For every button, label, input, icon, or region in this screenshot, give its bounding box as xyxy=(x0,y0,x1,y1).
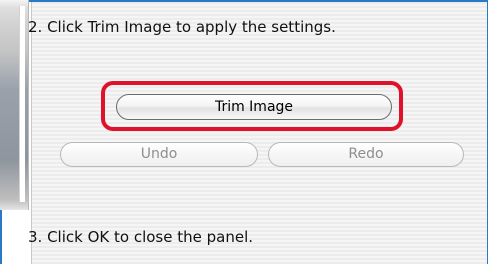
undo-button[interactable]: Undo xyxy=(60,142,258,167)
redo-button[interactable]: Redo xyxy=(268,142,464,167)
trim-image-button[interactable]: Trim Image xyxy=(116,94,392,120)
trim-panel xyxy=(31,2,487,264)
image-preview-strip xyxy=(0,0,29,210)
instruction-step-2: 2. Click Trim Image to apply the setting… xyxy=(28,18,336,36)
instruction-step-3: 3. Click OK to close the panel. xyxy=(28,228,253,246)
